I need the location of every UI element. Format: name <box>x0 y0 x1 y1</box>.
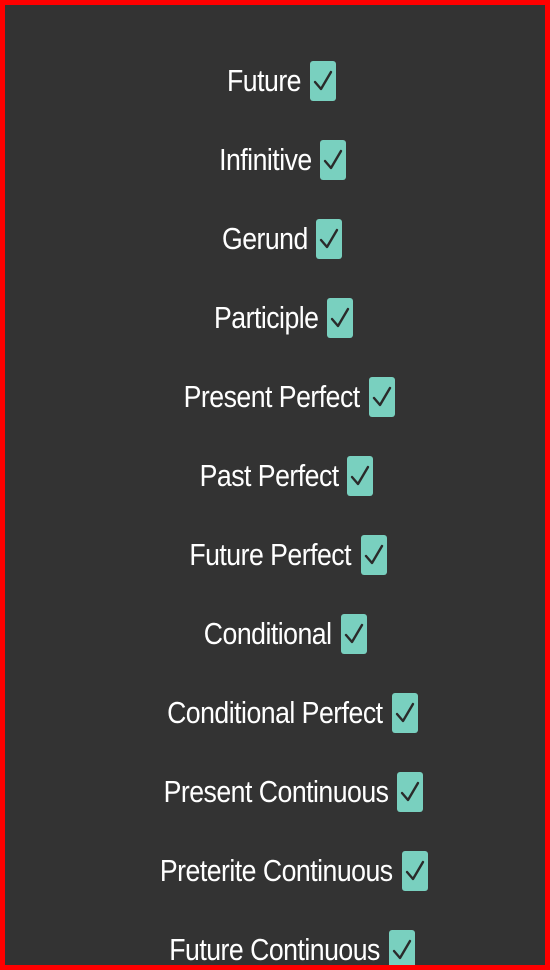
checkmark-icon <box>331 307 350 327</box>
tense-checkbox[interactable] <box>388 929 415 965</box>
tense-label: Future <box>226 62 301 98</box>
checkmark-icon <box>344 623 363 643</box>
tense-row-future[interactable]: Future <box>215 41 336 120</box>
tense-checkbox[interactable] <box>401 850 428 891</box>
tense-checkbox[interactable] <box>347 455 374 496</box>
tense-label: Gerund <box>221 220 308 256</box>
tense-label: Present Continuous <box>163 773 389 809</box>
checkmark-icon <box>320 228 339 248</box>
checkmark-icon <box>351 465 370 485</box>
tense-label: Preterite Continuous <box>160 852 393 888</box>
tense-row-conditional-perfect[interactable]: Conditional Perfect <box>132 673 418 752</box>
tense-label: Present Perfect <box>183 378 361 414</box>
tense-checkbox[interactable] <box>327 297 354 338</box>
tense-row-present-perfect[interactable]: Present Perfect <box>155 357 395 436</box>
tense-checkbox[interactable] <box>316 218 343 259</box>
tense-label: Participle <box>213 299 319 335</box>
tense-checkbox[interactable] <box>360 534 387 575</box>
tense-checkbox[interactable] <box>309 60 336 101</box>
tense-checkbox[interactable] <box>320 139 347 180</box>
tense-label: Conditional Perfect <box>167 694 383 730</box>
tense-row-gerund[interactable]: Gerund <box>208 199 343 278</box>
tense-row-preterite-continuous[interactable]: Preterite Continuous <box>122 831 428 910</box>
tense-label: Conditional <box>204 615 332 651</box>
tense-checkbox[interactable] <box>340 613 367 654</box>
tense-row-infinitive[interactable]: Infinitive <box>204 120 347 199</box>
checkmark-icon <box>392 939 412 959</box>
tense-row-present-continuous[interactable]: Present Continuous <box>127 752 424 831</box>
tense-row-future-perfect[interactable]: Future Perfect <box>163 515 387 594</box>
tense-row-future-continuous[interactable]: Future Continuous <box>135 910 415 965</box>
tense-row-past-perfect[interactable]: Past Perfect <box>177 436 374 515</box>
tense-label: Future Perfect <box>189 536 352 572</box>
checkmark-icon <box>364 544 383 564</box>
tense-checkbox[interactable] <box>391 692 418 733</box>
tense-label: Past Perfect <box>199 457 339 493</box>
tense-checkbox[interactable] <box>368 376 395 417</box>
tense-settings-screen: Future Infinitive Gerund Participle Pres <box>5 5 545 965</box>
checkmark-icon <box>395 702 414 722</box>
checkmark-icon <box>313 70 332 90</box>
tense-label: Infinitive <box>218 141 312 177</box>
checkmark-icon <box>324 149 343 169</box>
tense-list: Future Infinitive Gerund Participle Pres <box>5 41 545 965</box>
checkmark-icon <box>372 386 392 406</box>
checkmark-icon <box>405 860 424 880</box>
tense-label: Future Continuous <box>169 931 380 966</box>
tense-row-conditional[interactable]: Conditional <box>183 594 367 673</box>
checkmark-icon <box>401 781 420 801</box>
tense-checkbox[interactable] <box>397 771 424 812</box>
tense-row-participle[interactable]: Participle <box>197 278 354 357</box>
